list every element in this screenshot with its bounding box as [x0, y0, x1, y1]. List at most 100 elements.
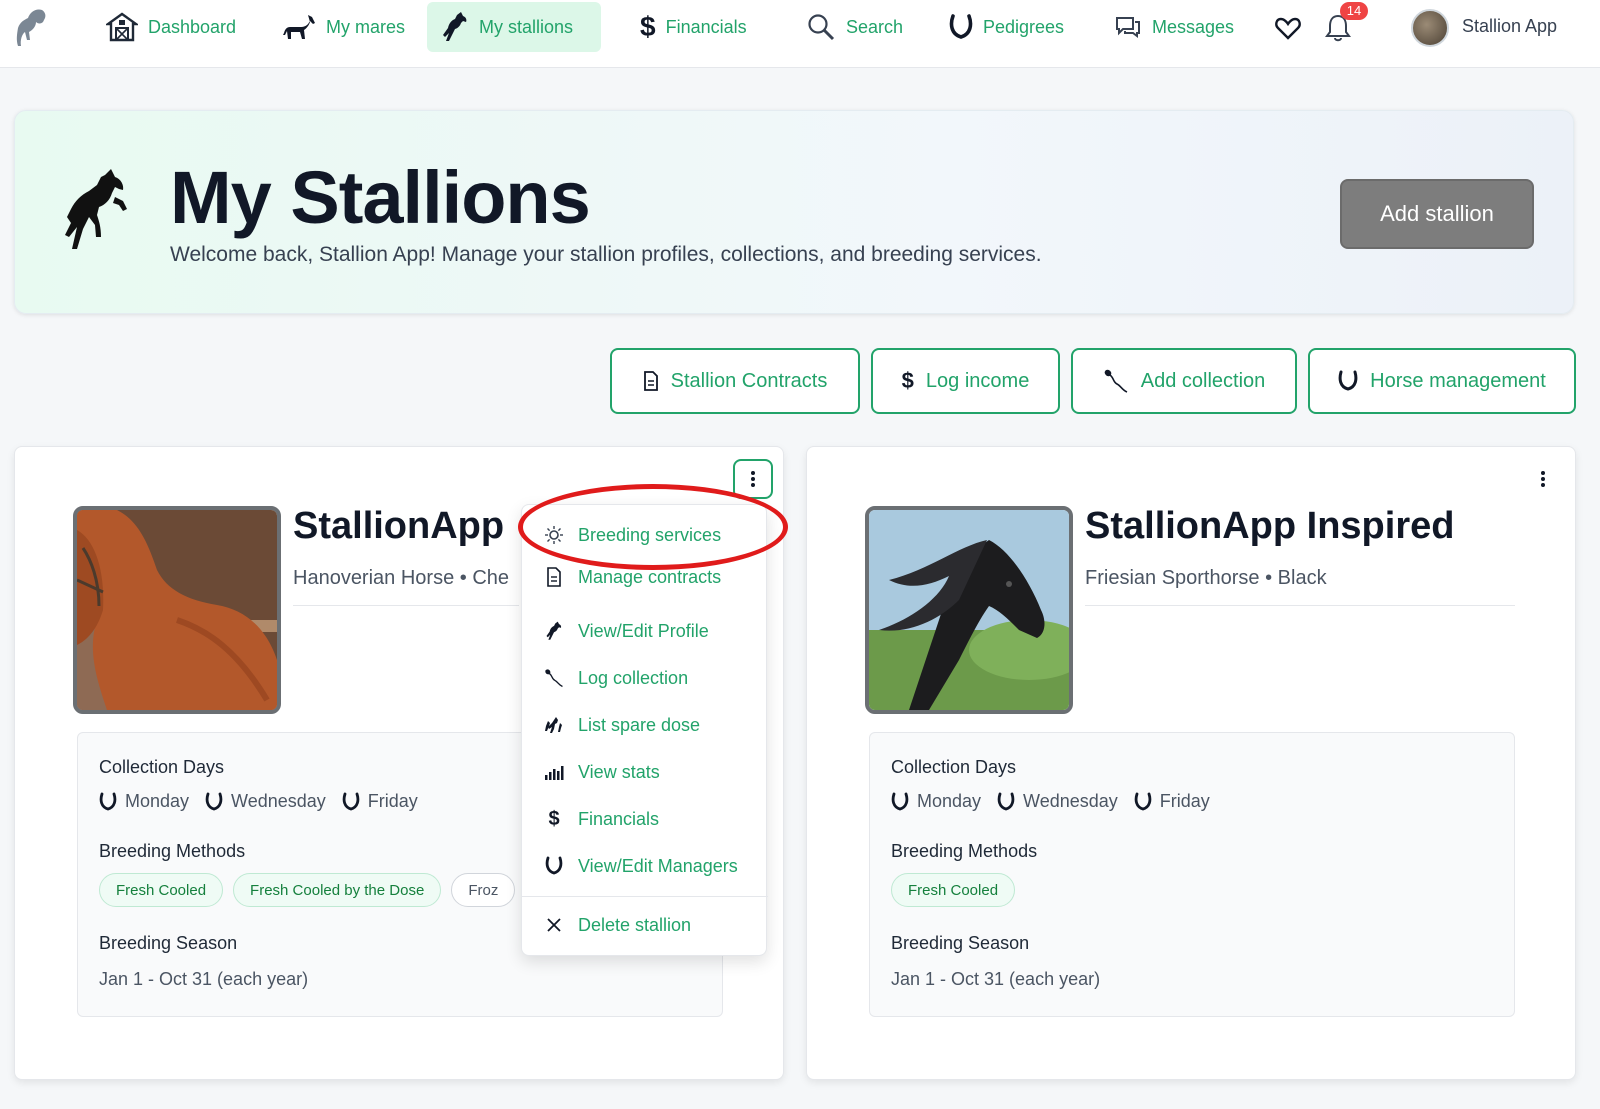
- black-horse-image: [869, 510, 1069, 710]
- menu-label: View/Edit Profile: [578, 620, 709, 641]
- horseshoe-icon: [1134, 792, 1152, 810]
- menu-delete-stallion[interactable]: Delete stallion: [522, 907, 768, 943]
- stallion-options-menu: Breeding services Manage contracts View/…: [521, 504, 768, 956]
- magnifier-icon: [808, 14, 835, 41]
- day-label: Wednesday: [231, 791, 326, 811]
- nav-financials[interactable]: $ Financials: [626, 2, 761, 52]
- menu-view-stats[interactable]: View stats: [522, 754, 768, 790]
- nav-my-stallions[interactable]: My stallions: [427, 2, 601, 52]
- more-options-button[interactable]: [1523, 459, 1563, 499]
- menu-financials[interactable]: $ Financials: [522, 801, 768, 837]
- horseshoe-icon: [342, 792, 360, 810]
- breeding-season-label: Breeding Season: [891, 933, 1030, 953]
- mare-icon: [283, 15, 315, 39]
- nav-pedigrees[interactable]: Pedigrees: [935, 2, 1078, 52]
- horse-logo-icon[interactable]: [12, 6, 52, 48]
- stallion-details: Collection Days Monday Wednesday Friday …: [869, 732, 1515, 1017]
- nav-label: Financials: [665, 16, 747, 37]
- dollar-icon: $: [548, 807, 560, 830]
- menu-label: Financials: [578, 808, 660, 829]
- horseshoe-icon: [99, 792, 117, 810]
- stallion-icon: [443, 12, 467, 41]
- heart-icon[interactable]: [1274, 14, 1302, 42]
- barn-icon: [106, 12, 138, 42]
- breeding-methods-label: Breeding Methods: [99, 841, 246, 861]
- stallion-color: Che: [472, 567, 510, 589]
- stallion-breed: Friesian Sporthorse: [1085, 567, 1260, 589]
- document-icon: [643, 371, 658, 391]
- add-stallion-button[interactable]: Add stallion: [1340, 179, 1534, 249]
- stallion-name[interactable]: StallionApp: [293, 505, 519, 548]
- breeding-methods: Fresh Cooled: [891, 873, 1016, 907]
- nav-label: My stallions: [479, 16, 574, 37]
- nav-messages[interactable]: Messages: [1100, 2, 1248, 52]
- menu-label: View/Edit Managers: [578, 855, 738, 876]
- method-chip: Fresh Cooled: [99, 873, 224, 907]
- sun-gear-icon: [544, 525, 564, 545]
- top-navigation: Dashboard My mares My stallions $ Financ…: [0, 0, 1600, 68]
- day-label: Friday: [1159, 791, 1210, 811]
- action-label: Log income: [925, 369, 1030, 392]
- collection-days: Monday Wednesday Friday: [891, 791, 1226, 812]
- notification-badge: 14: [1340, 2, 1368, 20]
- avatar[interactable]: [1411, 9, 1449, 47]
- collection-days: Monday Wednesday Friday: [99, 791, 434, 812]
- rearing-horse-icon: [65, 169, 127, 249]
- stallion-breed: Hanoverian Horse: [293, 567, 455, 589]
- log-income-button[interactable]: $ Log income: [871, 348, 1060, 414]
- bar-chart-icon: [544, 762, 564, 782]
- day-label: Monday: [917, 791, 982, 811]
- method-chip: Froz: [451, 873, 516, 907]
- page-header: My Stallions Welcome back, Stallion App!…: [14, 110, 1574, 314]
- nav-search[interactable]: Search: [792, 2, 917, 52]
- user-name[interactable]: Stallion App: [1462, 16, 1557, 37]
- nav-label: My mares: [326, 16, 406, 37]
- action-label: Add collection: [1140, 369, 1266, 392]
- menu-label: List spare dose: [578, 714, 701, 735]
- menu-label: Log collection: [578, 667, 689, 688]
- horseshoe-icon: [1338, 370, 1358, 391]
- menu-manage-contracts[interactable]: Manage contracts: [522, 563, 768, 593]
- menu-list-spare-dose[interactable]: List spare dose: [522, 707, 768, 743]
- menu-label: Manage contracts: [578, 567, 722, 587]
- more-options-button[interactable]: [733, 459, 773, 499]
- stallion-icon: [544, 621, 564, 641]
- separator-dot: •: [459, 567, 473, 589]
- vertical-dots-icon: [1541, 471, 1545, 487]
- stallion-card: StallionApp Inspired Friesian Sporthorse…: [806, 446, 1576, 1080]
- chat-bubbles-icon: [1116, 17, 1140, 38]
- document-icon: [544, 567, 564, 587]
- day-label: Wednesday: [1023, 791, 1118, 811]
- nav-my-mares[interactable]: My mares: [268, 2, 419, 52]
- method-chip: Fresh Cooled by the Dose: [233, 873, 442, 907]
- menu-breeding-services[interactable]: Breeding services: [522, 517, 768, 553]
- collection-day: Monday: [891, 791, 981, 812]
- action-label: Stallion Contracts: [670, 369, 828, 392]
- stallion-photo[interactable]: [73, 506, 281, 714]
- sperm-icon: [1104, 369, 1128, 393]
- menu-log-collection[interactable]: Log collection: [522, 660, 768, 696]
- stallion-photo[interactable]: [865, 506, 1073, 714]
- menu-view-edit-managers[interactable]: View/Edit Managers: [522, 848, 768, 884]
- stallion-contracts-button[interactable]: Stallion Contracts: [610, 348, 860, 414]
- divider: [1085, 605, 1515, 606]
- collection-day: Friday: [1134, 791, 1210, 812]
- collection-days-label: Collection Days: [891, 757, 1017, 777]
- stallion-name[interactable]: StallionApp Inspired: [1085, 505, 1515, 548]
- horse-management-button[interactable]: Horse management: [1308, 348, 1576, 414]
- collection-day: Wednesday: [997, 791, 1118, 812]
- stallion-color: Black: [1277, 567, 1327, 589]
- horseshoe-icon: [949, 14, 973, 39]
- add-collection-button[interactable]: Add collection: [1071, 348, 1297, 414]
- horses-icon: [544, 715, 564, 735]
- menu-view-edit-profile[interactable]: View/Edit Profile: [522, 613, 768, 649]
- stallion-breed-color: Friesian Sporthorse • Black: [1085, 567, 1515, 590]
- menu-label: Delete stallion: [578, 914, 692, 935]
- nav-dashboard[interactable]: Dashboard: [92, 2, 250, 52]
- collection-day: Friday: [342, 791, 418, 812]
- page-subtitle: Welcome back, Stallion App! Manage your …: [170, 243, 1042, 266]
- horseshoe-icon: [205, 792, 223, 810]
- breeding-methods-label: Breeding Methods: [891, 841, 1038, 861]
- day-label: Monday: [125, 791, 190, 811]
- day-label: Friday: [367, 791, 418, 811]
